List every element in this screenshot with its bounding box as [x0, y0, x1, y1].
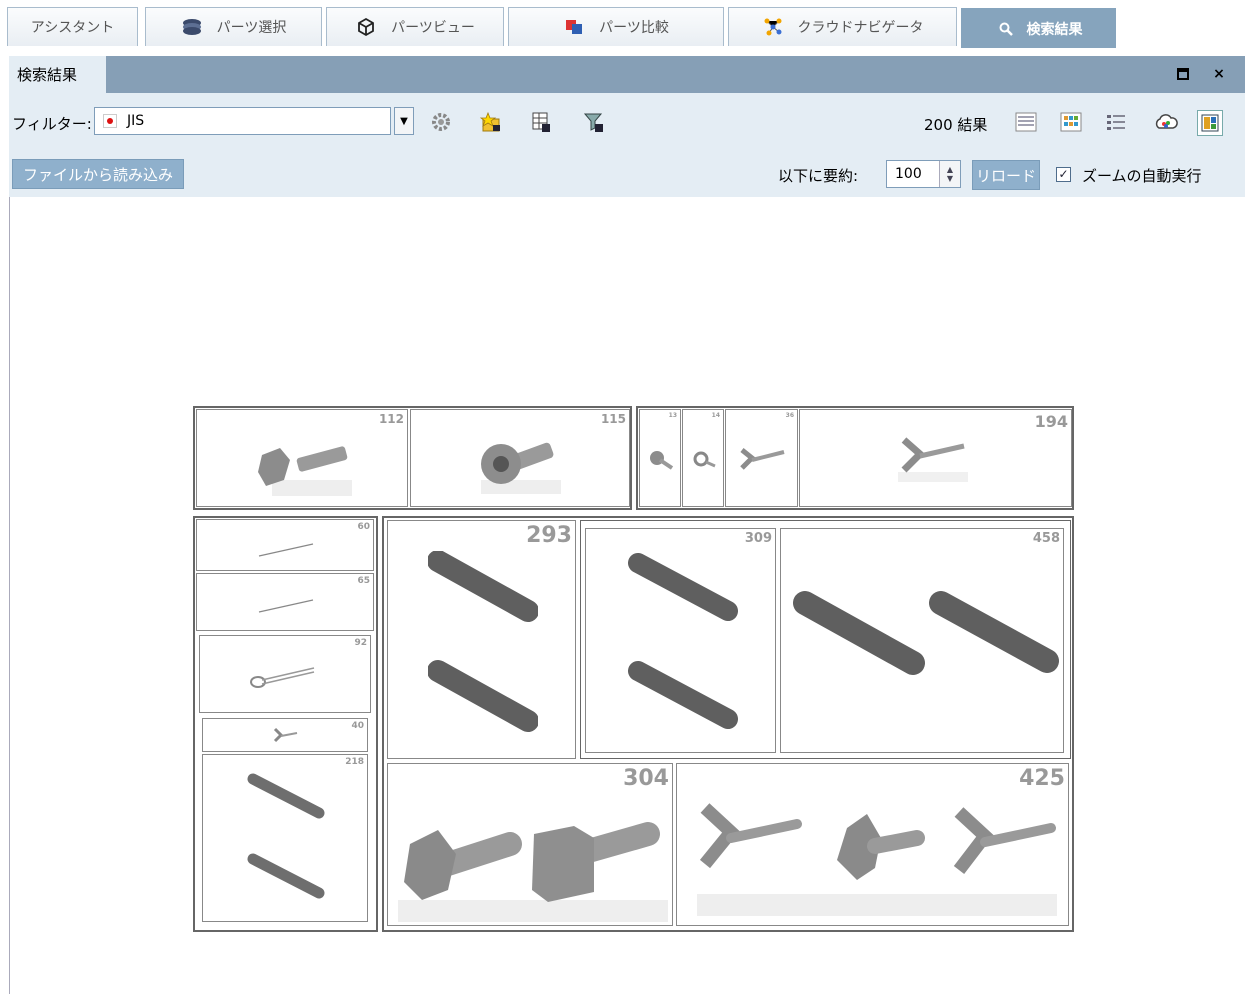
result-number: 115: [600, 412, 626, 426]
parts-select-icon: [181, 17, 203, 37]
parts-view-icon: [355, 17, 377, 37]
panel-title: 検索結果: [9, 56, 106, 93]
detail-list-icon[interactable]: [1104, 110, 1128, 134]
maximize-icon[interactable]: [1173, 64, 1193, 84]
tab-search-results[interactable]: 検索結果: [961, 8, 1116, 48]
result-number: 40: [351, 721, 364, 731]
tab-assistant[interactable]: アシスタント: [7, 7, 138, 46]
result-cell[interactable]: 65: [196, 573, 374, 631]
result-number: 425: [1019, 766, 1065, 791]
summarize-value: 100: [895, 166, 922, 182]
favorite-folder-icon[interactable]: [479, 110, 503, 134]
result-cell[interactable]: 194: [799, 409, 1072, 507]
result-cell[interactable]: 304: [387, 763, 673, 926]
result-cell[interactable]: 14: [682, 409, 724, 507]
tab-label: アシスタント: [30, 20, 115, 36]
wing-bolt-icon: [898, 437, 968, 482]
result-cell[interactable]: 36: [725, 409, 798, 507]
pin-icon: [258, 599, 314, 613]
wing-bolt-icon: [740, 448, 785, 470]
chevron-down-icon: ▼: [400, 115, 408, 127]
result-number: 65: [357, 576, 370, 586]
result-cell[interactable]: 60: [196, 519, 374, 571]
treemap-view-icon[interactable]: [1197, 110, 1223, 136]
export-table-icon[interactable]: [529, 110, 553, 134]
wing-screw-icon: [650, 451, 674, 470]
stud-bolt-icon: [793, 591, 1059, 675]
square-head-bolt-icon: [398, 822, 668, 922]
wing-and-square-bolt-icon: [697, 803, 1057, 916]
tab-parts-compare[interactable]: パーツ比較: [508, 7, 724, 46]
tab-label: クラウドナビゲータ: [797, 20, 924, 36]
tab-parts-view[interactable]: パーツビュー: [326, 7, 504, 46]
filter-funnel-icon[interactable]: [582, 110, 606, 134]
tab-label: パーツ選択: [216, 20, 287, 36]
result-cell[interactable]: 425: [676, 763, 1069, 926]
stud-bolt-icon: [628, 553, 738, 729]
result-number: 60: [357, 522, 370, 532]
load-from-file-button[interactable]: ファイルから読み込み: [12, 159, 184, 189]
tab-bar: アシスタント パーツ選択 パーツビュー パーツ比較 クラウドナビゲータ 検索結果: [0, 0, 1245, 48]
filter-dropdown-button[interactable]: ▼: [394, 107, 414, 135]
result-number: 309: [744, 531, 772, 546]
cloud-icon[interactable]: [1154, 110, 1178, 134]
result-number: 458: [1032, 531, 1060, 546]
search-icon: [995, 19, 1017, 39]
result-cell[interactable]: 13: [639, 409, 681, 507]
spinner-arrows-icon[interactable]: ▲ ▼: [939, 161, 960, 187]
summarize-spinner[interactable]: 100 ▲ ▼: [886, 160, 961, 188]
stud-bolt-icon: [428, 551, 538, 732]
result-number: 112: [378, 412, 404, 426]
result-number: 36: [785, 412, 794, 419]
eye-bolt-icon: [693, 451, 716, 468]
tab-label: 検索結果: [1026, 21, 1083, 38]
panel-header: 検索結果 ×: [9, 56, 1245, 93]
result-cell[interactable]: 218: [202, 754, 368, 922]
hex-bolt-icon: [258, 446, 352, 496]
auto-zoom-label: ズームの自動実行: [1082, 167, 1202, 185]
socket-cap-screw-icon: [481, 442, 561, 494]
cloud-navigator-icon: [762, 17, 784, 37]
tab-label: パーツ比較: [599, 20, 669, 36]
result-number: 13: [668, 412, 677, 419]
panel-left-border: [9, 197, 10, 994]
filter-value: JIS: [127, 113, 145, 129]
result-number: 218: [345, 757, 364, 767]
result-count: 200 結果: [924, 116, 988, 134]
settings-gear-icon[interactable]: [429, 110, 453, 134]
filter-select[interactable]: JIS: [94, 107, 391, 135]
filter-label: フィルター:: [12, 115, 92, 133]
result-cell[interactable]: 309: [585, 528, 776, 753]
wing-bolt-icon: [273, 727, 298, 743]
result-cell[interactable]: 40: [202, 718, 368, 752]
result-cell[interactable]: 115: [410, 409, 630, 507]
result-number: 293: [526, 523, 572, 548]
close-icon[interactable]: ×: [1209, 64, 1229, 84]
japan-flag-icon: [103, 114, 117, 128]
tab-label: パーツビュー: [391, 20, 475, 36]
result-number: 194: [1034, 412, 1068, 431]
result-number: 304: [623, 766, 669, 791]
result-cell[interactable]: 112: [196, 409, 408, 507]
toolbar: フィルター: JIS ▼ 200 結果 ファイルから読み込み 以下に要約: 10…: [9, 93, 1245, 197]
list-view-icon[interactable]: [1014, 110, 1038, 134]
result-cell[interactable]: 92: [199, 635, 371, 713]
auto-zoom-checkbox[interactable]: ✓: [1056, 167, 1071, 182]
tab-parts-select[interactable]: パーツ選択: [145, 7, 322, 46]
summarize-label: 以下に要約:: [778, 167, 859, 185]
pin-icon: [258, 543, 314, 557]
stud-bolt-icon: [247, 773, 325, 899]
cotter-pin-icon: [250, 667, 315, 688]
grid-view-icon[interactable]: [1059, 110, 1083, 134]
result-cell[interactable]: 458: [780, 528, 1064, 753]
result-cell[interactable]: 293: [387, 520, 576, 759]
result-number: 14: [711, 412, 720, 419]
parts-compare-icon: [563, 17, 585, 37]
reload-button[interactable]: リロード: [972, 160, 1040, 190]
tab-cloud-navigator[interactable]: クラウドナビゲータ: [728, 7, 957, 46]
result-number: 92: [354, 638, 367, 648]
